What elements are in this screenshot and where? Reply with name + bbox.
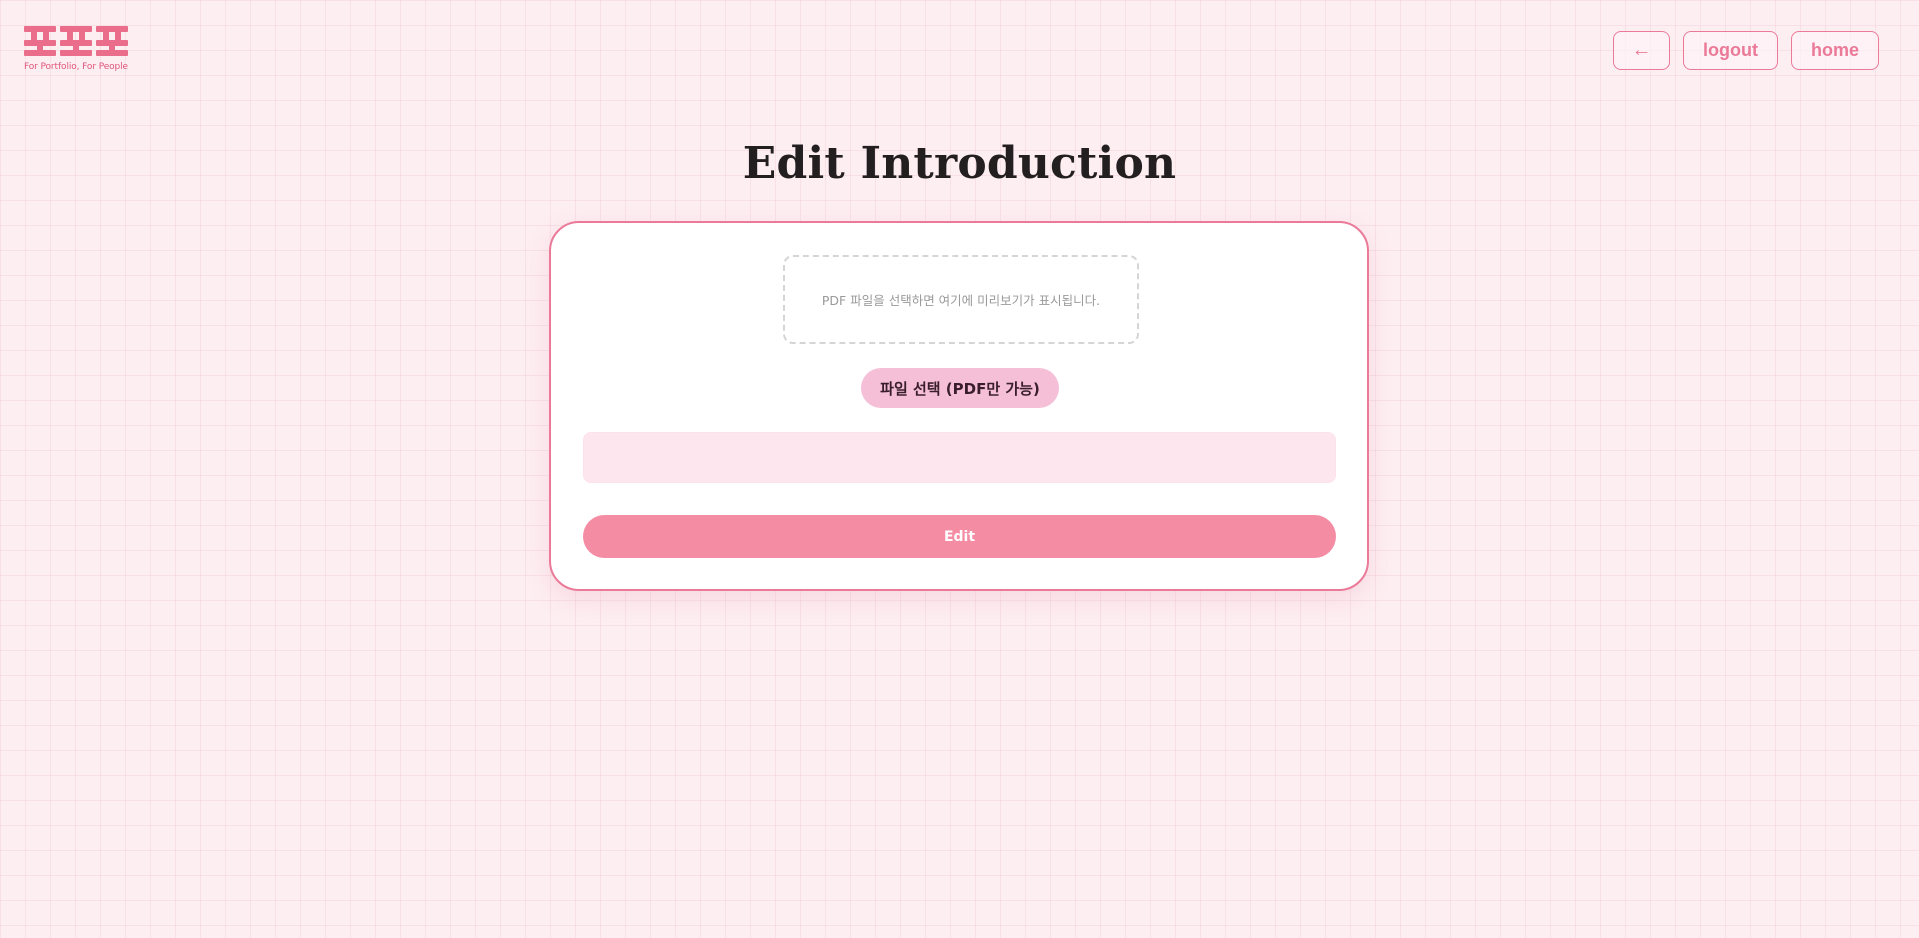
- edit-form-card: PDF 파일을 선택하면 여기에 미리보기가 표시됩니다. 파일 선택 (PDF…: [549, 221, 1369, 591]
- logo-glyph-po: [24, 24, 56, 56]
- logo[interactable]: For Portfolio, For People: [24, 24, 130, 72]
- logo-glyph-po: [60, 24, 92, 56]
- pdf-preview-area: PDF 파일을 선택하면 여기에 미리보기가 표시됩니다.: [783, 255, 1139, 344]
- logo-tagline: For Portfolio, For People: [24, 62, 128, 72]
- top-nav: ← logout home: [1613, 31, 1879, 70]
- pdf-preview-placeholder: PDF 파일을 선택하면 여기에 미리보기가 표시됩니다.: [821, 293, 1101, 308]
- introduction-input[interactable]: [583, 432, 1336, 483]
- logout-button[interactable]: logout: [1683, 31, 1778, 70]
- home-button[interactable]: home: [1791, 31, 1879, 70]
- back-button[interactable]: ←: [1613, 31, 1670, 70]
- logo-mark: [24, 24, 130, 56]
- arrow-left-icon: ←: [1631, 39, 1652, 61]
- logo-glyph-po: [96, 24, 128, 56]
- file-select-button[interactable]: 파일 선택 (PDF만 가능): [861, 368, 1059, 408]
- edit-submit-button[interactable]: Edit: [583, 515, 1336, 558]
- page-title: Edit Introduction: [742, 138, 1177, 189]
